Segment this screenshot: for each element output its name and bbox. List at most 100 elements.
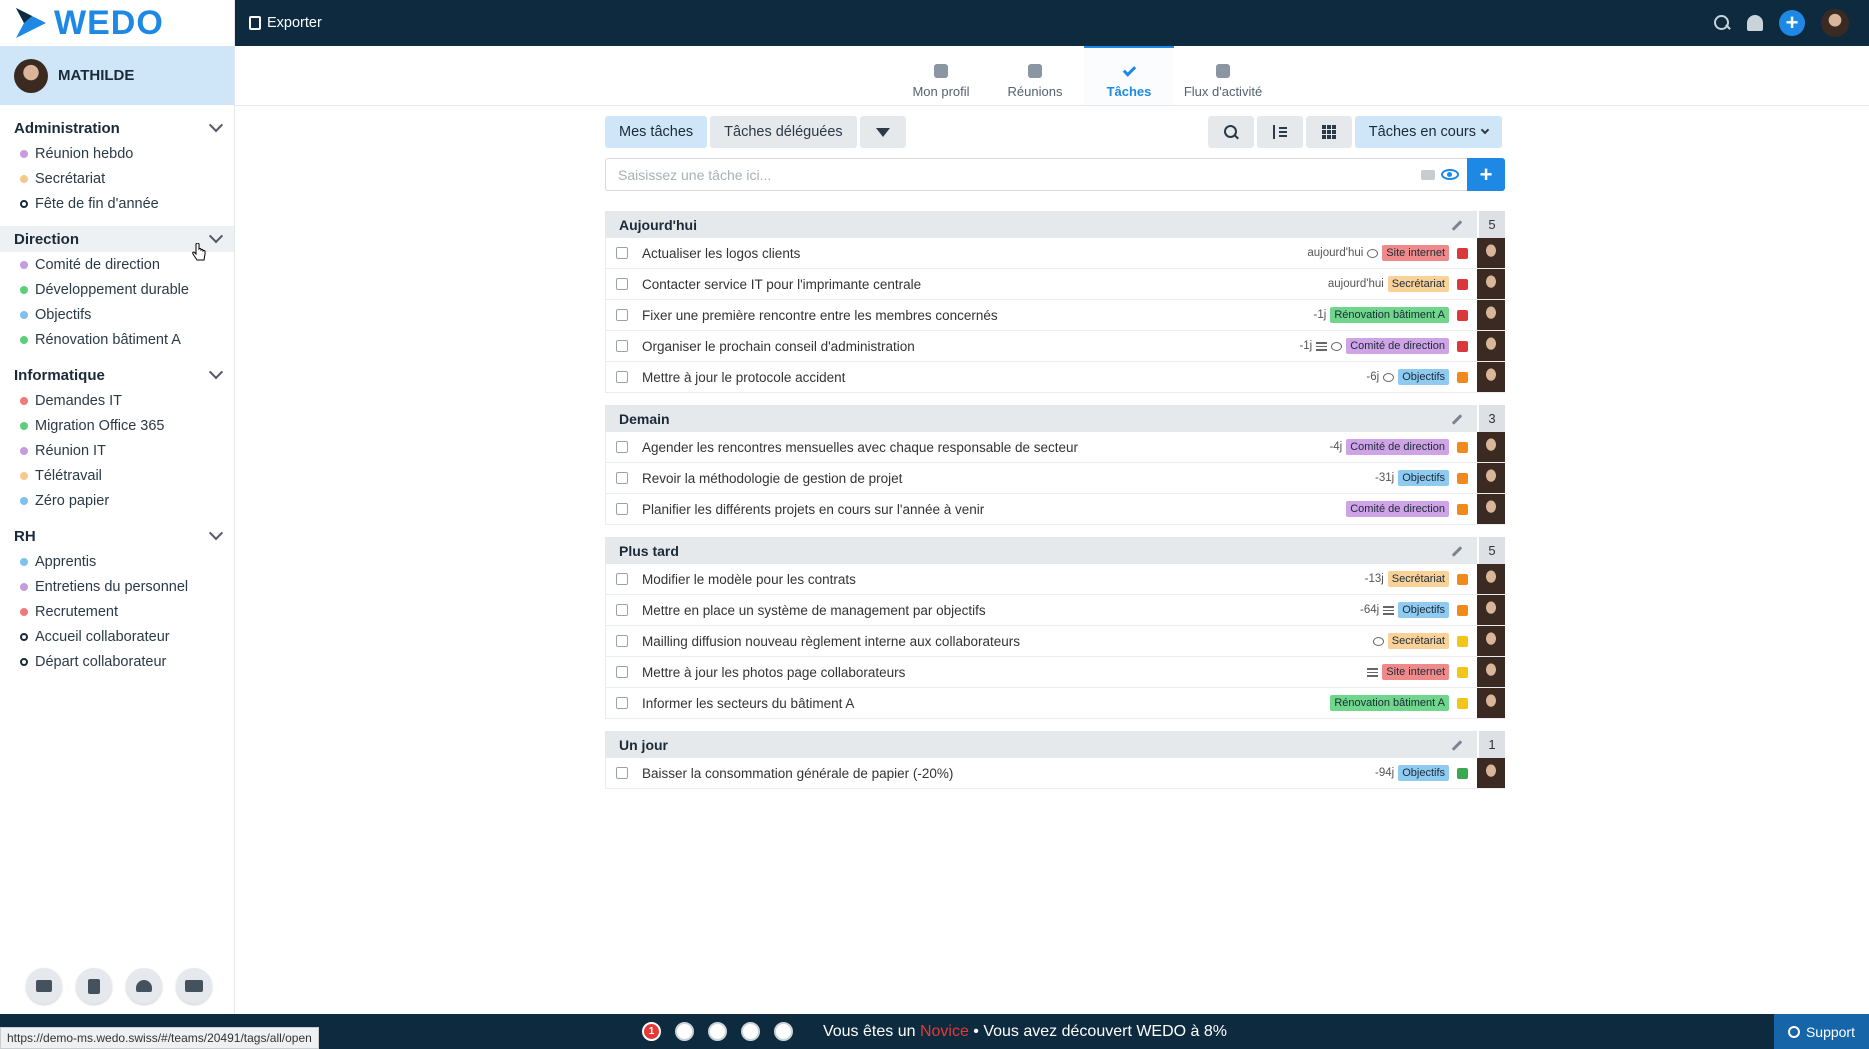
- task-title[interactable]: Agender les rencontres mensuelles avec c…: [642, 440, 1329, 455]
- task-row[interactable]: Mettre en place un système de management…: [605, 595, 1505, 626]
- eye-icon[interactable]: [1441, 169, 1459, 180]
- sidebar-item[interactable]: Recrutement: [20, 599, 234, 624]
- task-row[interactable]: Mailling diffusion nouveau règlement int…: [605, 626, 1505, 657]
- assignee-avatar[interactable]: [1477, 626, 1505, 656]
- assignee-avatar[interactable]: [1477, 564, 1505, 594]
- task-title[interactable]: Mailling diffusion nouveau règlement int…: [642, 634, 1373, 649]
- task-title[interactable]: Mettre à jour le protocole accident: [642, 370, 1366, 385]
- priority-indicator[interactable]: [1457, 697, 1468, 709]
- task-row[interactable]: Mettre à jour les photos page collaborat…: [605, 657, 1505, 688]
- chevron-down-icon[interactable]: [208, 367, 224, 383]
- support-button[interactable]: Support: [1773, 1014, 1869, 1049]
- sidebar-item[interactable]: Apprentis: [20, 549, 234, 574]
- assignee-avatar[interactable]: [1477, 331, 1505, 361]
- assignee-avatar[interactable]: [1477, 657, 1505, 687]
- task-checkbox[interactable]: [616, 573, 628, 585]
- sidebar-group-header[interactable]: Informatique: [0, 362, 234, 388]
- tab-check[interactable]: Tâches: [1084, 46, 1174, 105]
- delegated-tasks-button[interactable]: Tâches déléguées: [710, 116, 857, 148]
- task-tag[interactable]: Secrétariat: [1387, 633, 1449, 649]
- logo[interactable]: WEDO: [0, 0, 234, 46]
- sidebar-item[interactable]: Migration Office 365: [20, 413, 234, 438]
- task-row[interactable]: Modifier le modèle pour les contrats -13…: [605, 564, 1505, 595]
- export-button[interactable]: Exporter: [249, 15, 322, 31]
- clipboard-icon[interactable]: [76, 968, 112, 1004]
- assignee-avatar[interactable]: [1477, 595, 1505, 625]
- task-title[interactable]: Modifier le modèle pour les contrats: [642, 572, 1365, 587]
- task-row[interactable]: Actualiser les logos clients aujourd'hui…: [605, 238, 1505, 269]
- priority-indicator[interactable]: [1457, 441, 1468, 453]
- assignee-avatar[interactable]: [1477, 758, 1505, 788]
- priority-indicator[interactable]: [1457, 604, 1468, 616]
- my-tasks-button[interactable]: Mes tâches: [605, 116, 708, 148]
- assignee-avatar[interactable]: [1477, 494, 1505, 524]
- chevron-down-icon[interactable]: [208, 231, 224, 247]
- task-row[interactable]: Mettre à jour le protocole accident -6j O…: [605, 362, 1505, 393]
- task-row[interactable]: Organiser le prochain conseil d'administ…: [605, 331, 1505, 362]
- task-title[interactable]: Mettre à jour les photos page collaborat…: [642, 665, 1367, 680]
- section-header[interactable]: Plus tard 5: [605, 537, 1505, 564]
- section-header[interactable]: Un jour 1: [605, 731, 1505, 758]
- magic-wand-icon[interactable]: [1449, 412, 1463, 426]
- task-title[interactable]: Contacter service IT pour l'imprimante c…: [642, 277, 1328, 292]
- priority-indicator[interactable]: [1457, 767, 1468, 779]
- user-profile[interactable]: MATHILDE: [0, 46, 234, 105]
- task-checkbox[interactable]: [616, 767, 628, 779]
- sidebar-item[interactable]: Fête de fin d'année: [20, 191, 234, 216]
- onboarding-step-2[interactable]: [674, 1022, 694, 1041]
- assignee-avatar[interactable]: [1477, 463, 1505, 493]
- assignee-avatar[interactable]: [1477, 269, 1505, 299]
- add-icon[interactable]: +: [1779, 10, 1805, 36]
- magic-wand-icon[interactable]: [1449, 218, 1463, 232]
- briefcase-icon[interactable]: [1421, 169, 1435, 180]
- task-tag[interactable]: Objectifs: [1398, 369, 1449, 385]
- onboarding-step-1[interactable]: 1: [641, 1022, 661, 1041]
- bell-icon[interactable]: [1747, 15, 1763, 31]
- priority-indicator[interactable]: [1457, 371, 1468, 383]
- org-icon[interactable]: [176, 968, 212, 1004]
- task-title[interactable]: Mettre en place un système de management…: [642, 603, 1360, 618]
- task-title[interactable]: Baisser la consommation générale de papi…: [642, 766, 1375, 781]
- sidebar-group-header[interactable]: RH: [0, 523, 234, 549]
- task-checkbox[interactable]: [616, 441, 628, 453]
- assignee-avatar[interactable]: [1477, 300, 1505, 330]
- assignee-avatar[interactable]: [1477, 362, 1505, 392]
- sidebar-item[interactable]: Demandes IT: [20, 388, 234, 413]
- filter-button[interactable]: [859, 116, 906, 148]
- task-checkbox[interactable]: [616, 247, 628, 259]
- priority-indicator[interactable]: [1457, 573, 1468, 585]
- chevron-down-icon[interactable]: [208, 528, 224, 544]
- task-row[interactable]: Revoir la méthodologie de gestion de pro…: [605, 463, 1505, 494]
- search-tasks-button[interactable]: [1207, 116, 1254, 148]
- onboarding-step-4[interactable]: [740, 1022, 760, 1041]
- tab-user[interactable]: Mon profil: [896, 46, 986, 105]
- tab-rss[interactable]: Flux d'activité: [1178, 46, 1268, 105]
- priority-indicator[interactable]: [1457, 340, 1468, 352]
- task-checkbox[interactable]: [616, 472, 628, 484]
- task-row[interactable]: Fixer une première rencontre entre les m…: [605, 300, 1505, 331]
- priority-indicator[interactable]: [1457, 278, 1468, 290]
- task-tag[interactable]: Comité de direction: [1346, 501, 1449, 517]
- tab-calendar[interactable]: Réunions: [990, 46, 1080, 105]
- sort-button[interactable]: [1256, 116, 1303, 148]
- task-tag[interactable]: Secrétariat: [1387, 571, 1449, 587]
- sidebar-item[interactable]: Objectifs: [20, 302, 234, 327]
- sidebar-item[interactable]: Réunion hebdo: [20, 141, 234, 166]
- chevron-down-icon[interactable]: [208, 120, 224, 136]
- task-checkbox[interactable]: [616, 666, 628, 678]
- magic-wand-icon[interactable]: [1449, 738, 1463, 752]
- task-tag[interactable]: Objectifs: [1398, 765, 1449, 781]
- task-checkbox[interactable]: [616, 604, 628, 616]
- task-title[interactable]: Informer les secteurs du bâtiment A: [642, 696, 1330, 711]
- task-checkbox[interactable]: [616, 697, 628, 709]
- onboarding-step-3[interactable]: [707, 1022, 727, 1041]
- task-tag[interactable]: Site internet: [1382, 245, 1449, 261]
- assignee-avatar[interactable]: [1477, 238, 1505, 268]
- task-row[interactable]: Baisser la consommation générale de papi…: [605, 758, 1505, 789]
- priority-indicator[interactable]: [1457, 247, 1468, 259]
- grid-view-button[interactable]: [1305, 116, 1352, 148]
- task-checkbox[interactable]: [616, 278, 628, 290]
- new-task-input[interactable]: [605, 158, 1413, 191]
- task-row[interactable]: Agender les rencontres mensuelles avec c…: [605, 432, 1505, 463]
- task-tag[interactable]: Objectifs: [1398, 602, 1449, 618]
